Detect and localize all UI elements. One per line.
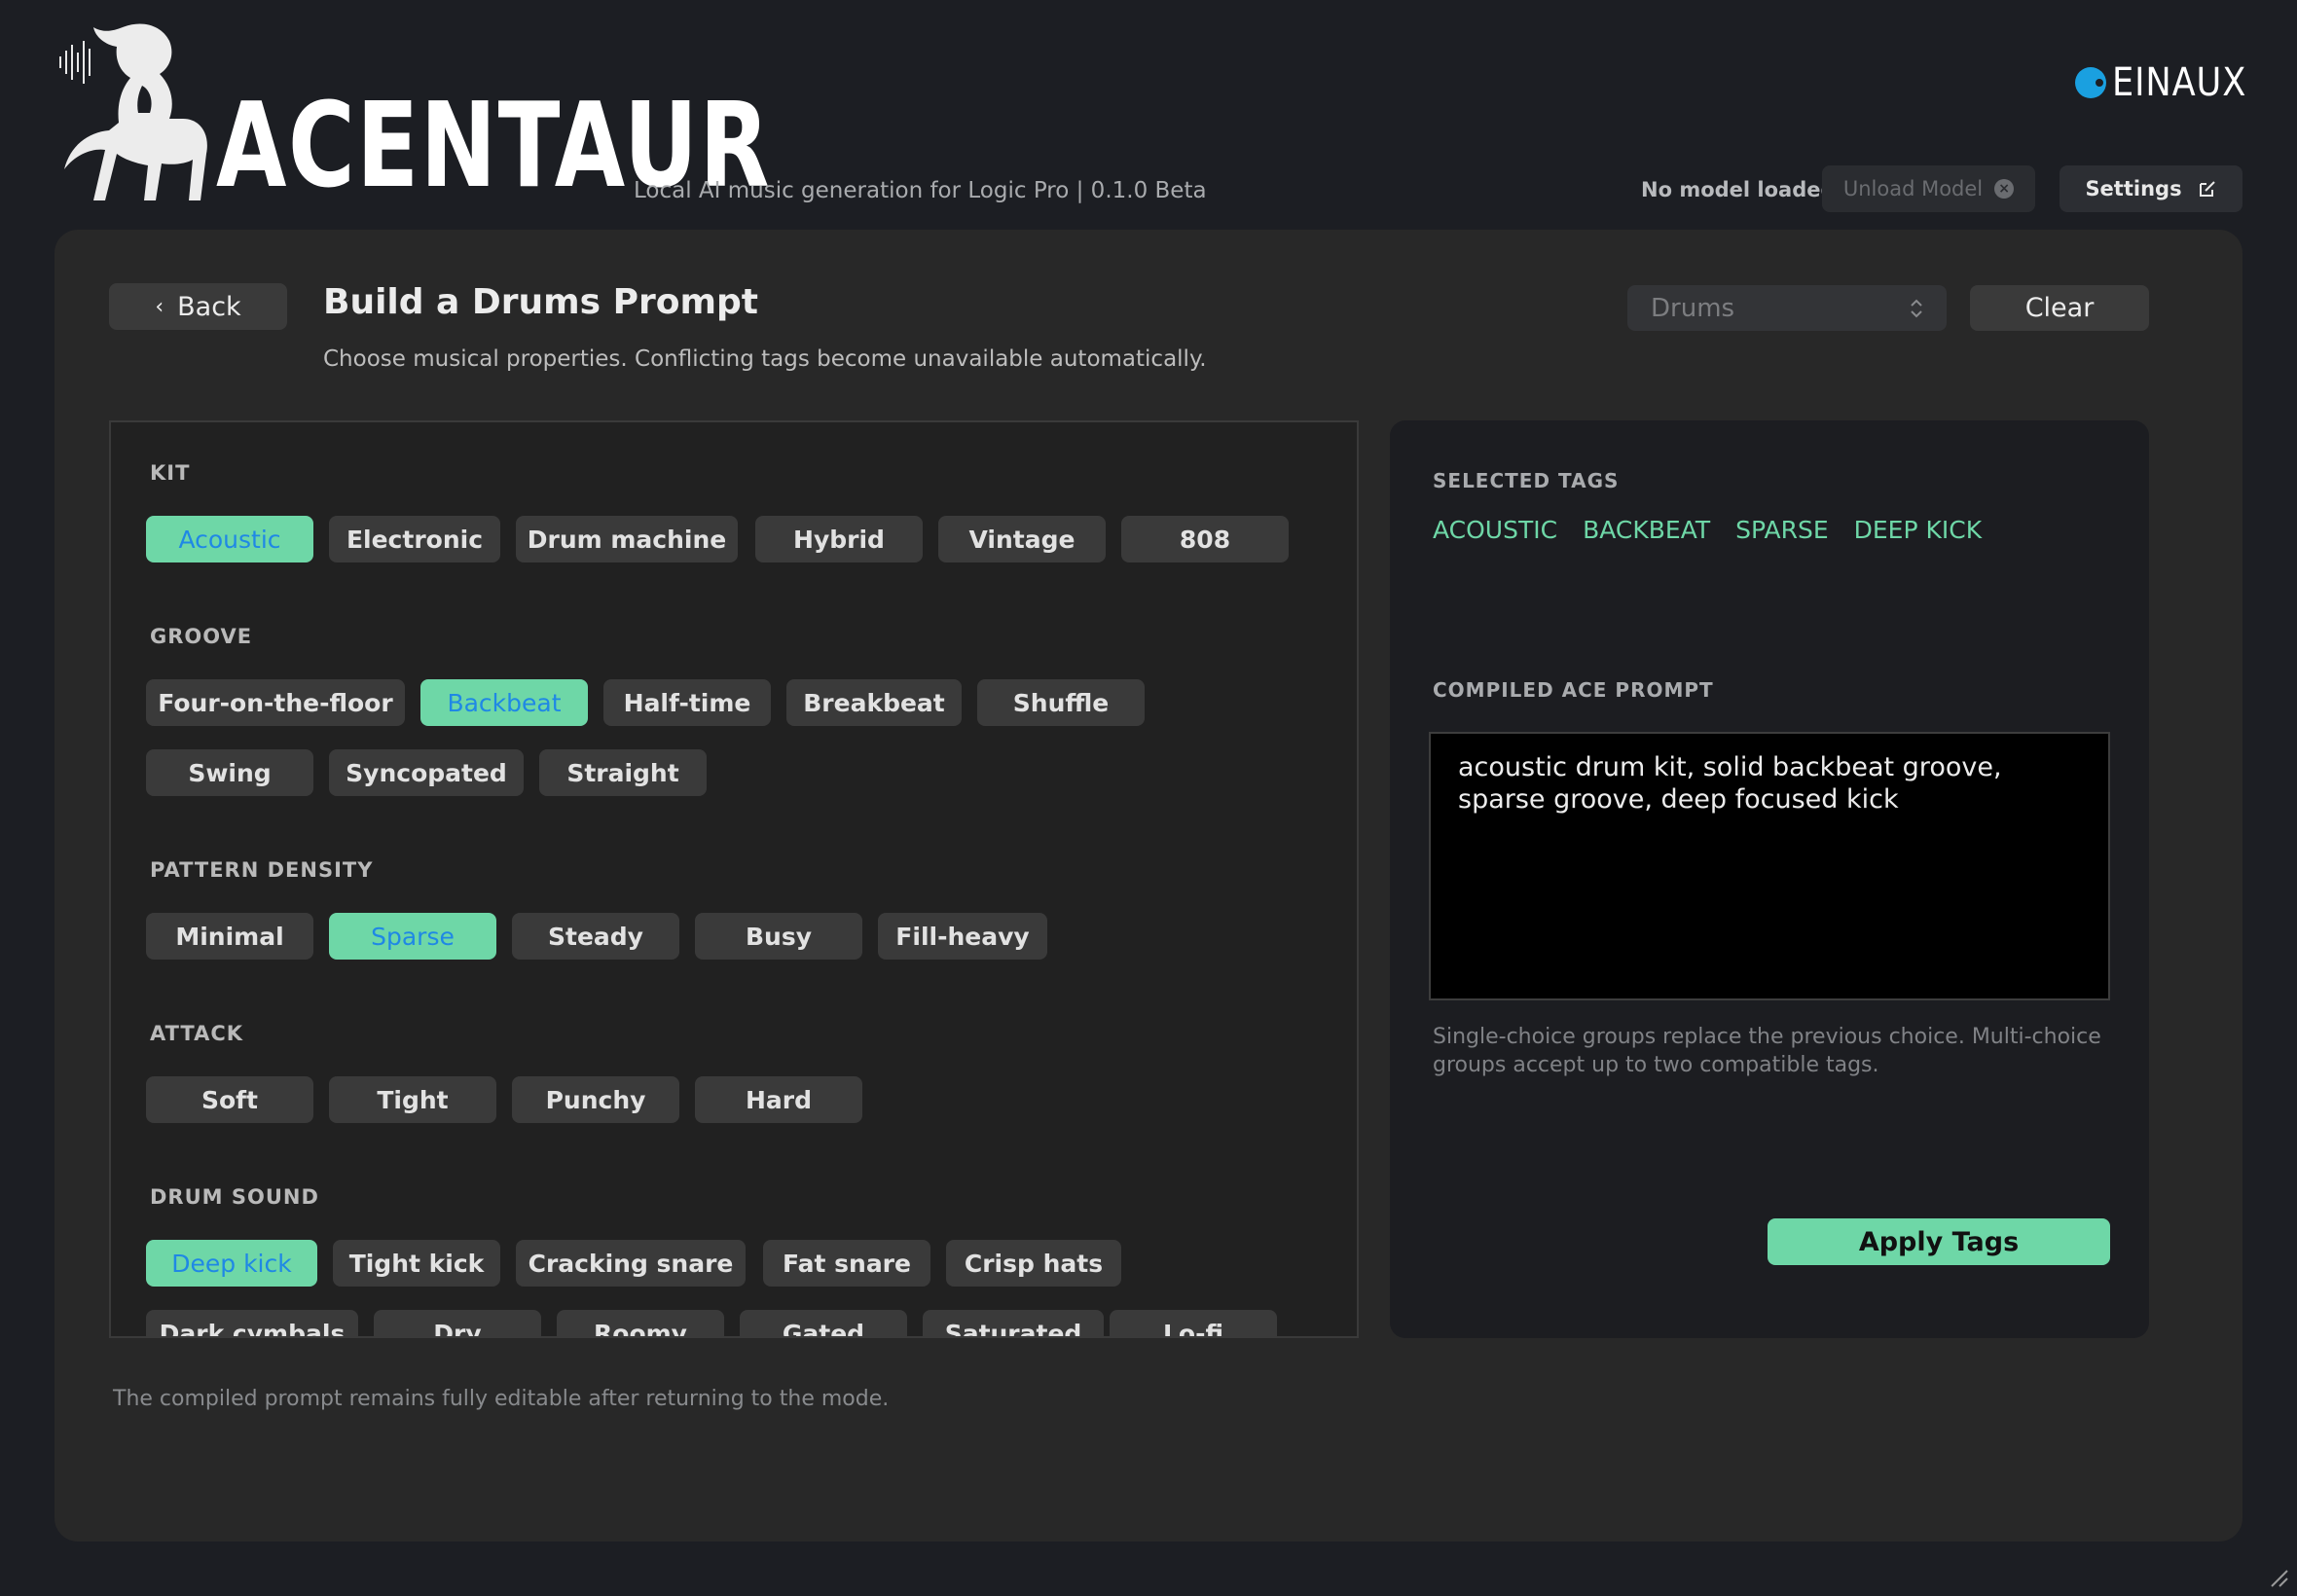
einaux-logo-icon [2075, 67, 2106, 98]
tag-chip-acoustic[interactable]: Acoustic [146, 516, 313, 562]
tag-chip-steady[interactable]: Steady [512, 913, 679, 960]
chevron-left-icon: ‹ [155, 294, 164, 319]
tag-chip-sparse[interactable]: Sparse [329, 913, 496, 960]
selection-rules-note: Single-choice groups replace the previou… [1433, 1025, 2101, 1077]
group-label-attack: ATTACK [150, 1022, 244, 1045]
tag-chip-crisp-hats[interactable]: Crisp hats [946, 1240, 1121, 1287]
compiled-prompt-textarea[interactable]: acoustic drum kit, solid backbeat groove… [1429, 732, 2110, 1000]
unload-model-label: Unload Model [1842, 177, 1984, 200]
app-subtitle: Local AI music generation for Logic Pro … [634, 178, 1207, 203]
group-label-drum-sound: DRUM SOUND [150, 1185, 319, 1209]
selected-tag: ACOUSTIC [1433, 516, 1558, 544]
tag-chip-lo-fi[interactable]: Lo-fi [1110, 1310, 1277, 1336]
settings-button[interactable]: Settings [2060, 165, 2242, 212]
group-label-kit: KIT [150, 461, 191, 485]
page-description: Choose musical properties. Conflicting t… [323, 346, 1207, 372]
settings-label: Settings [2085, 177, 2182, 200]
tag-chip-gated[interactable]: Gated [740, 1310, 907, 1336]
external-edit-icon [2199, 181, 2215, 197]
resize-grip-icon[interactable] [2268, 1567, 2289, 1588]
tag-chip-saturated[interactable]: Saturated [923, 1310, 1104, 1336]
tag-chip-electronic[interactable]: Electronic [329, 516, 500, 562]
vendor-logo: EINAUX [2075, 60, 2265, 105]
centaur-logo [59, 23, 207, 200]
selected-tag: BACKBEAT [1583, 516, 1711, 544]
compiled-prompt-label: COMPILED ACE PROMPT [1433, 678, 1714, 702]
tag-chip-drum-machine[interactable]: Drum machine [516, 516, 738, 562]
selected-tag: SPARSE [1735, 516, 1829, 544]
tag-chip-punchy[interactable]: Punchy [512, 1076, 679, 1123]
tag-chip-minimal[interactable]: Minimal [146, 913, 313, 960]
group-label-groove: GROOVE [150, 625, 253, 648]
tag-chip-cracking-snare[interactable]: Cracking snare [516, 1240, 746, 1287]
tag-chip-four-on-the-floor[interactable]: Four-on-the-floor [146, 679, 405, 726]
group-label-pattern-density: PATTERN DENSITY [150, 858, 374, 882]
unload-model-button[interactable]: Unload Model × [1822, 165, 2035, 212]
tag-chip-shuffle[interactable]: Shuffle [977, 679, 1145, 726]
clear-button[interactable]: Clear [1970, 285, 2149, 331]
tag-chip-straight[interactable]: Straight [539, 749, 707, 796]
mode-select[interactable]: Drums [1627, 285, 1947, 331]
apply-tags-button[interactable]: Apply Tags [1768, 1218, 2110, 1265]
tag-chip-soft[interactable]: Soft [146, 1076, 313, 1123]
back-label: Back [177, 291, 241, 322]
tag-chip-tight[interactable]: Tight [329, 1076, 496, 1123]
tag-groups-panel[interactable]: KIT Acoustic Electronic Drum machine Hyb… [109, 420, 1359, 1338]
footer-note: The compiled prompt remains fully editab… [113, 1387, 890, 1411]
tag-chip-dry[interactable]: Dry [374, 1310, 541, 1336]
vendor-name: EINAUX [2112, 60, 2247, 105]
tag-chip-deep-kick[interactable]: Deep kick [146, 1240, 317, 1287]
tag-chip-breakbeat[interactable]: Breakbeat [786, 679, 962, 726]
tag-chip-vintage[interactable]: Vintage [938, 516, 1106, 562]
tag-chip-tight-kick[interactable]: Tight kick [333, 1240, 500, 1287]
mode-select-value: Drums [1651, 293, 1735, 323]
page-title: Build a Drums Prompt [323, 282, 758, 322]
tag-chip-808[interactable]: 808 [1121, 516, 1289, 562]
tag-chip-roomy[interactable]: Roomy [557, 1310, 724, 1336]
model-status: No model loaded [1641, 178, 1836, 201]
close-circle-icon: × [1994, 179, 2015, 199]
tag-chip-dark-cymbals[interactable]: Dark cymbals [146, 1310, 358, 1336]
selected-tags-list: ACOUSTIC BACKBEAT SPARSE DEEP KICK [1433, 516, 1982, 544]
tag-chip-busy[interactable]: Busy [695, 913, 862, 960]
updown-chevron-icon [1911, 299, 1922, 317]
tag-chip-swing[interactable]: Swing [146, 749, 313, 796]
tag-chip-fill-heavy[interactable]: Fill-heavy [878, 913, 1047, 960]
selected-tag: DEEP KICK [1853, 516, 1983, 544]
tag-chip-half-time[interactable]: Half-time [603, 679, 771, 726]
tag-chip-fat-snare[interactable]: Fat snare [763, 1240, 930, 1287]
tag-chip-syncopated[interactable]: Syncopated [329, 749, 524, 796]
back-button[interactable]: ‹ Back [109, 283, 287, 330]
tag-chip-hard[interactable]: Hard [695, 1076, 862, 1123]
tag-chip-hybrid[interactable]: Hybrid [755, 516, 923, 562]
selected-tags-label: SELECTED TAGS [1433, 469, 1620, 492]
tag-chip-backbeat[interactable]: Backbeat [420, 679, 588, 726]
